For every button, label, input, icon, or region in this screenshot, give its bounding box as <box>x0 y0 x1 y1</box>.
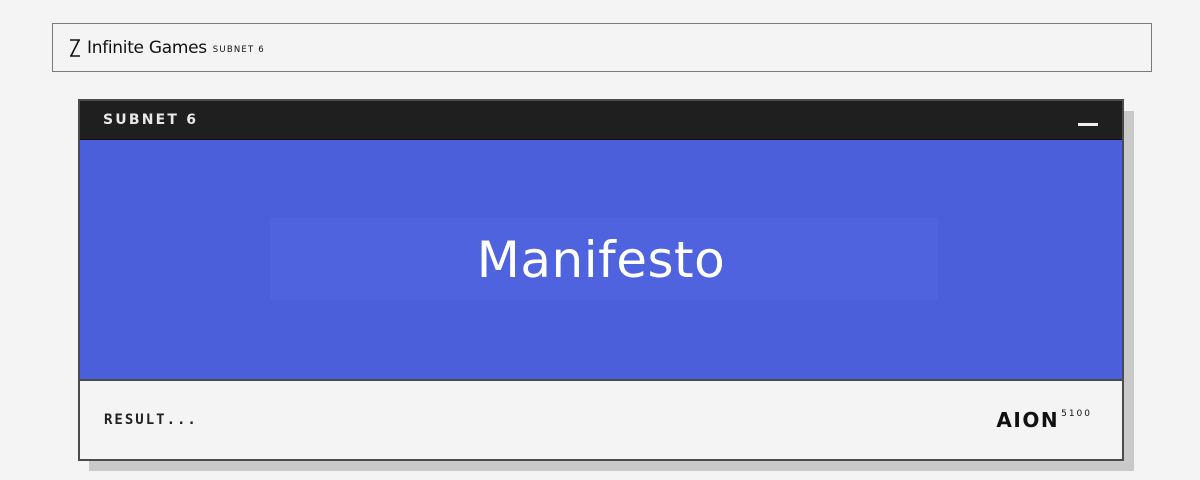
aion-logo-sup: 5100 <box>1061 409 1092 419</box>
minimize-icon[interactable] <box>1078 112 1100 128</box>
aion-logo-text: AION <box>996 408 1060 432</box>
window-footer: RESULT... AION 5100 <box>80 379 1122 459</box>
brand-subnet-label: SUBNET 6 <box>212 44 265 55</box>
banner-title[interactable]: Manifesto <box>477 231 725 289</box>
window-titlebar: SUBNET 6 <box>80 101 1122 140</box>
aion-logo: AION 5100 <box>996 408 1092 432</box>
top-header-bar: Infinite Games SUBNET 6 <box>52 23 1152 72</box>
brand-name[interactable]: Infinite Games <box>87 38 207 58</box>
subnet-window: SUBNET 6 Manifesto RESULT... AION 5100 <box>78 99 1124 461</box>
manifesto-banner[interactable]: Manifesto <box>80 140 1122 379</box>
result-status: RESULT... <box>104 412 198 428</box>
infinite-games-logo-icon[interactable] <box>67 38 83 58</box>
window-title: SUBNET 6 <box>103 112 199 128</box>
